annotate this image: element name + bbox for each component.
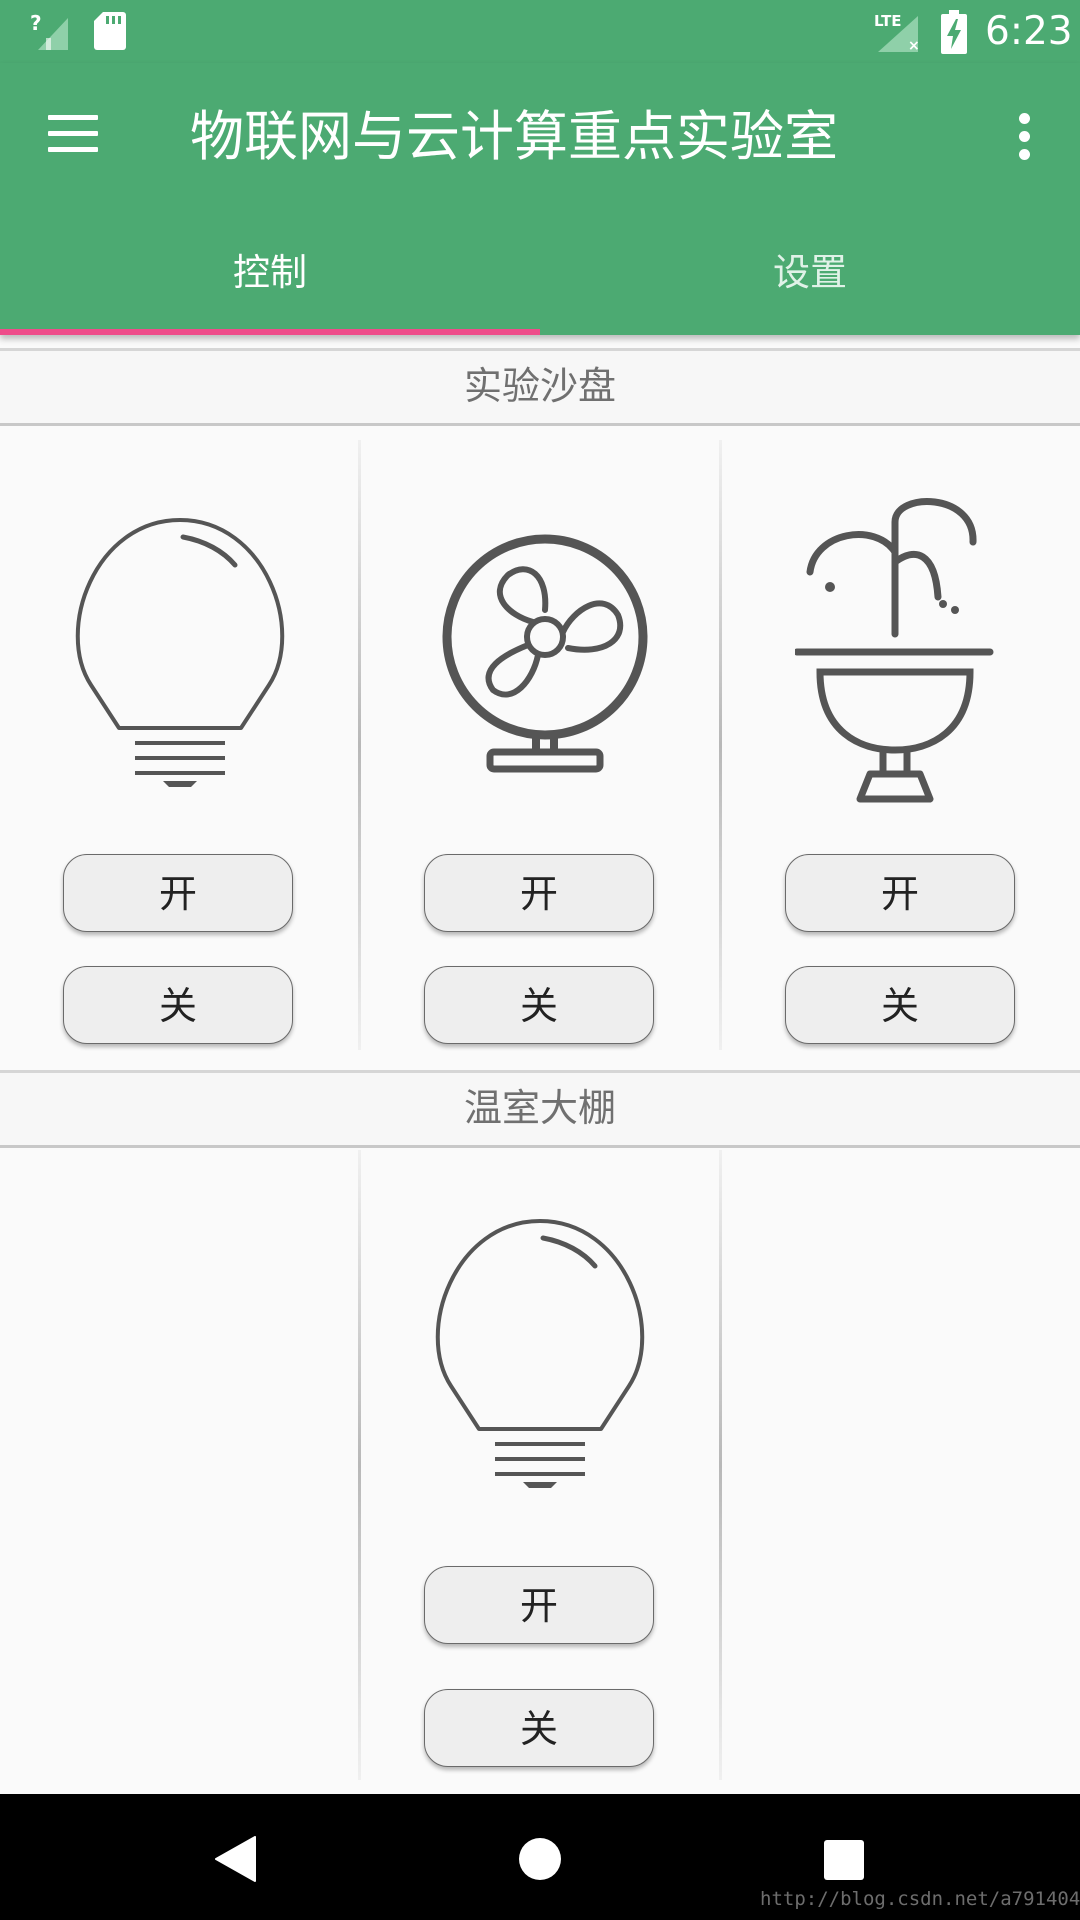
light-bulb-icon	[435, 1219, 645, 1488]
fountain-on-button[interactable]: 开	[785, 854, 1015, 932]
watermark-text: http://blog.csdn.net/a791404623	[760, 1888, 1080, 1910]
bulb-off-button[interactable]: 关	[63, 966, 293, 1044]
column-divider	[719, 1150, 722, 1780]
sd-card-icon	[94, 12, 126, 50]
tab-control[interactable]: 控制	[0, 243, 540, 335]
tab-settings[interactable]: 设置	[540, 243, 1080, 335]
section-header-sandbox: 实验沙盘	[0, 348, 1080, 426]
status-time: 6:23	[985, 9, 1073, 54]
recents-icon[interactable]	[824, 1840, 864, 1880]
column-divider	[358, 1150, 361, 1780]
app-bar: 物联网与云计算重点实验室 控制 设置	[0, 63, 1080, 335]
svg-text:?: ?	[30, 12, 42, 35]
more-vert-icon[interactable]	[1010, 113, 1038, 163]
section-header-greenhouse: 温室大棚	[0, 1070, 1080, 1148]
home-icon[interactable]	[519, 1838, 561, 1880]
light-bulb-icon	[75, 518, 285, 787]
battery-charging-icon	[941, 10, 967, 54]
bulb-on-button[interactable]: 开	[63, 854, 293, 932]
greenhouse-bulb-on-button[interactable]: 开	[424, 1566, 654, 1644]
fountain-icon	[795, 498, 994, 803]
signal-unknown-icon: ?	[30, 12, 68, 50]
tab-indicator	[0, 329, 540, 335]
status-bar: ? LTE × 6:23	[0, 0, 1080, 63]
greenhouse-bulb-off-button[interactable]: 关	[424, 1689, 654, 1767]
app-title: 物联网与云计算重点实验室	[190, 105, 838, 168]
fountain-off-button[interactable]: 关	[785, 966, 1015, 1044]
column-divider	[719, 440, 722, 1050]
back-icon[interactable]	[215, 1836, 257, 1882]
hamburger-menu-icon[interactable]	[48, 115, 98, 155]
lte-signal-icon: LTE ×	[872, 10, 922, 54]
network-type-label: LTE	[874, 12, 902, 30]
svg-text:×: ×	[908, 38, 920, 54]
fan-off-button[interactable]: 关	[424, 966, 654, 1044]
fan-on-button[interactable]: 开	[424, 854, 654, 932]
fan-icon	[442, 534, 648, 773]
column-divider	[358, 440, 361, 1050]
